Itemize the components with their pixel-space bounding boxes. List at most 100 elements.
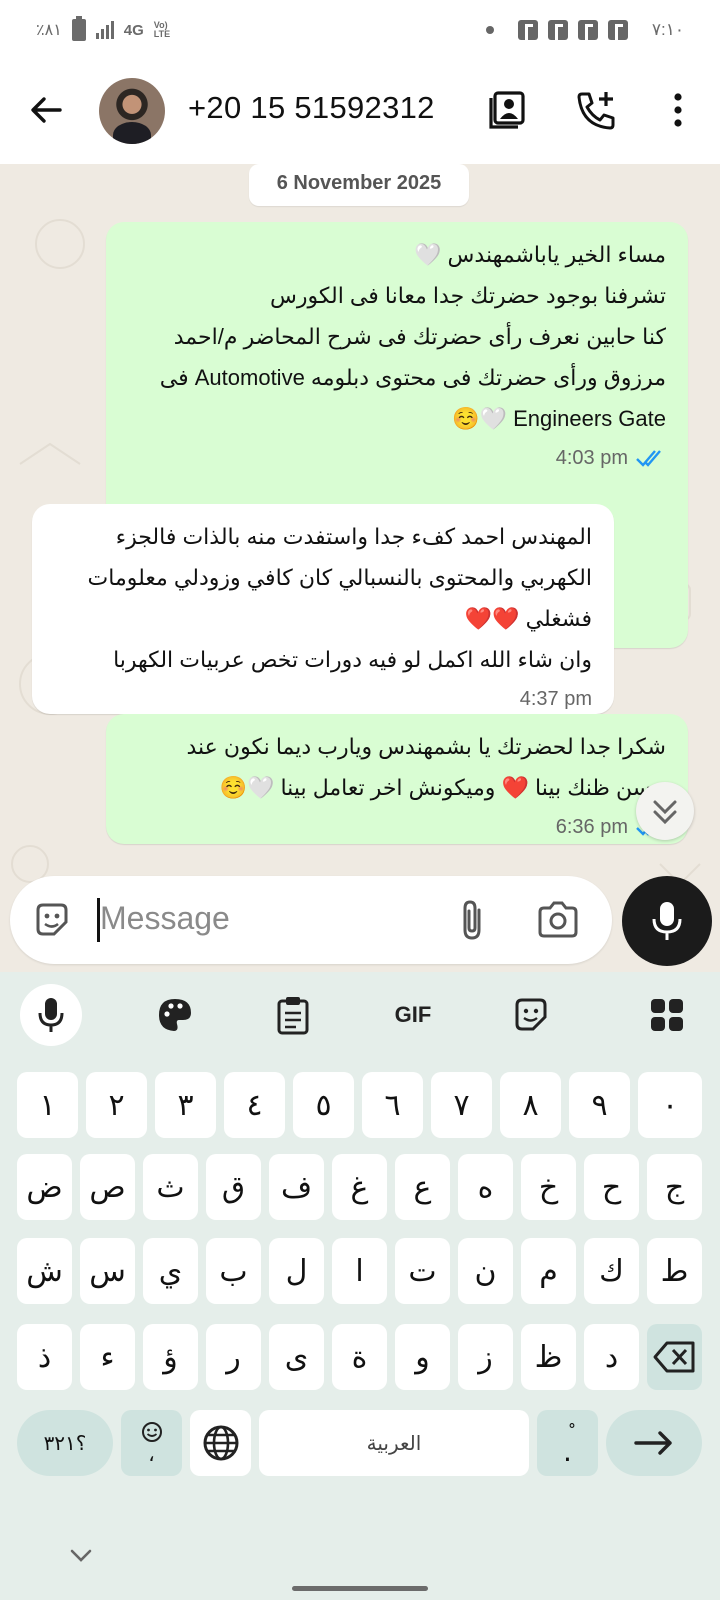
key[interactable]: ٠ — [638, 1072, 702, 1138]
key[interactable]: ر — [206, 1324, 261, 1390]
key[interactable]: ة — [332, 1324, 387, 1390]
space-key[interactable]: العربية — [259, 1410, 529, 1476]
key[interactable]: ه — [458, 1154, 513, 1220]
chat-area[interactable]: 6 November 2025 مساء الخير ياباشمهندس 🤍 … — [0, 164, 720, 972]
theme-button[interactable] — [144, 984, 206, 1046]
gesture-nav-handle[interactable] — [292, 1586, 428, 1591]
key[interactable]: ٦ — [362, 1072, 423, 1138]
facebook-icon — [547, 20, 568, 41]
notification-dot-icon — [485, 26, 494, 34]
key[interactable]: ن — [458, 1238, 513, 1304]
language-key[interactable] — [190, 1410, 251, 1476]
voice-record-button[interactable] — [622, 876, 712, 966]
key[interactable]: ش — [17, 1238, 72, 1304]
key[interactable]: ذ — [17, 1324, 72, 1390]
keyboard-toolbar: GIF — [0, 972, 720, 1056]
date-chip: 6 November 2025 — [249, 164, 469, 206]
key[interactable]: ظ — [521, 1324, 576, 1390]
status-bar: ٪٨١ 4G Vo) LTE ٧:١٠ — [0, 0, 720, 60]
key[interactable]: ف — [269, 1154, 324, 1220]
key[interactable]: و — [395, 1324, 450, 1390]
key[interactable]: ى — [269, 1324, 324, 1390]
key[interactable]: ي — [143, 1238, 198, 1304]
key[interactable]: ط — [647, 1238, 702, 1304]
apps-grid-button[interactable] — [636, 984, 698, 1046]
key[interactable]: ٧ — [431, 1072, 492, 1138]
message-bubble-outgoing[interactable]: شكرا جدا لحضرتك يا بشمهندس ويارب ديما نك… — [106, 714, 688, 844]
message-line: تشرفنا بوجود حضرتك جدا معانا فى الكورس — [270, 283, 666, 308]
key[interactable]: ت — [395, 1238, 450, 1304]
key[interactable]: ؤ — [143, 1324, 198, 1390]
contact-card-icon[interactable] — [486, 88, 530, 132]
mic-icon — [38, 998, 64, 1032]
hide-keyboard-chevron-icon[interactable] — [66, 1540, 96, 1570]
double-chevron-down-icon — [653, 800, 677, 825]
key[interactable]: ح — [584, 1154, 639, 1220]
sticker-icon[interactable] — [32, 900, 72, 940]
more-vert-icon[interactable] — [658, 88, 702, 132]
key[interactable]: ٣ — [155, 1072, 216, 1138]
camera-icon[interactable] — [536, 900, 580, 940]
scroll-to-bottom-button[interactable] — [636, 782, 694, 840]
period-key[interactable]: ْ . — [537, 1410, 598, 1476]
key[interactable]: ض — [17, 1154, 72, 1220]
backspace-icon — [653, 1341, 694, 1373]
key[interactable]: ث — [143, 1154, 198, 1220]
key[interactable]: ٨ — [500, 1072, 561, 1138]
gif-button[interactable]: GIF — [382, 984, 444, 1046]
sticker-icon — [515, 998, 547, 1031]
apps-grid-icon — [651, 999, 683, 1031]
message-line: فشغلي ❤️❤️ — [464, 606, 592, 631]
back-arrow-icon[interactable] — [26, 90, 66, 130]
key[interactable]: ص — [80, 1154, 135, 1220]
contact-name[interactable]: +20 15 51592312 — [188, 90, 435, 126]
message-bubble-incoming[interactable]: المهندس احمد كفء جدا واستفدت منه بالذات … — [32, 504, 614, 714]
key[interactable]: ٩ — [569, 1072, 630, 1138]
symbols-key[interactable]: ؟٣٢١ — [17, 1410, 113, 1476]
clipboard-icon — [277, 997, 309, 1035]
message-line: مساء الخير ياباشمهندس 🤍 — [414, 242, 666, 267]
key[interactable]: ب — [206, 1238, 261, 1304]
key[interactable]: ج — [647, 1154, 702, 1220]
enter-key[interactable] — [606, 1410, 702, 1476]
key[interactable]: ٥ — [293, 1072, 354, 1138]
status-left: ٪٨١ 4G Vo) LTE — [36, 16, 172, 41]
message-time: 6:36 pm — [555, 816, 628, 838]
key[interactable]: س — [80, 1238, 135, 1304]
key[interactable]: ٤ — [224, 1072, 285, 1138]
enter-arrow-icon — [634, 1431, 672, 1455]
period-key-label: . — [563, 1435, 572, 1468]
key[interactable]: خ — [521, 1154, 576, 1220]
globe-icon — [203, 1425, 238, 1461]
key[interactable]: ا — [332, 1238, 387, 1304]
key[interactable]: م — [521, 1238, 576, 1304]
voice-typing-button[interactable] — [20, 984, 82, 1046]
emoji-key[interactable]: ، — [121, 1410, 182, 1476]
signal-icon — [95, 21, 114, 39]
message-meta: 4:03 pm — [128, 443, 666, 473]
clipboard-button[interactable] — [262, 984, 324, 1046]
backspace-key[interactable] — [647, 1324, 702, 1390]
message-line: مرزوق ورأى حضرتك فى محتوى دبلومه Automot… — [159, 365, 666, 390]
sticker-button[interactable] — [500, 984, 562, 1046]
clock: ٧:١٠ — [651, 20, 684, 39]
key[interactable]: ١ — [17, 1072, 78, 1138]
key[interactable]: غ — [332, 1154, 387, 1220]
message-line: كنا حابين نعرف رأى حضرتك فى شرح المحاضر … — [173, 324, 666, 349]
message-input[interactable]: Message — [100, 900, 230, 937]
key[interactable]: ل — [269, 1238, 324, 1304]
key[interactable]: ء — [80, 1324, 135, 1390]
keyboard: GIF ١ ٢ ٣ ٤ ٥ ٦ ٧ ٨ ٩ ٠ ض ص ث ق ف غ ع ه … — [0, 972, 720, 1600]
key[interactable]: ق — [206, 1154, 261, 1220]
message-line: حسن ظنك بينا ❤️ وميكونش اخر تعامل بينا 🤍… — [219, 775, 666, 800]
key[interactable]: ٢ — [86, 1072, 147, 1138]
avatar[interactable] — [99, 78, 165, 144]
add-call-icon[interactable] — [574, 88, 618, 132]
message-meta: 4:37 pm — [54, 684, 592, 714]
key[interactable]: ك — [584, 1238, 639, 1304]
message-composer: Message — [10, 876, 612, 964]
key[interactable]: د — [584, 1324, 639, 1390]
key[interactable]: ع — [395, 1154, 450, 1220]
key[interactable]: ز — [458, 1324, 513, 1390]
attach-icon[interactable] — [453, 898, 493, 942]
